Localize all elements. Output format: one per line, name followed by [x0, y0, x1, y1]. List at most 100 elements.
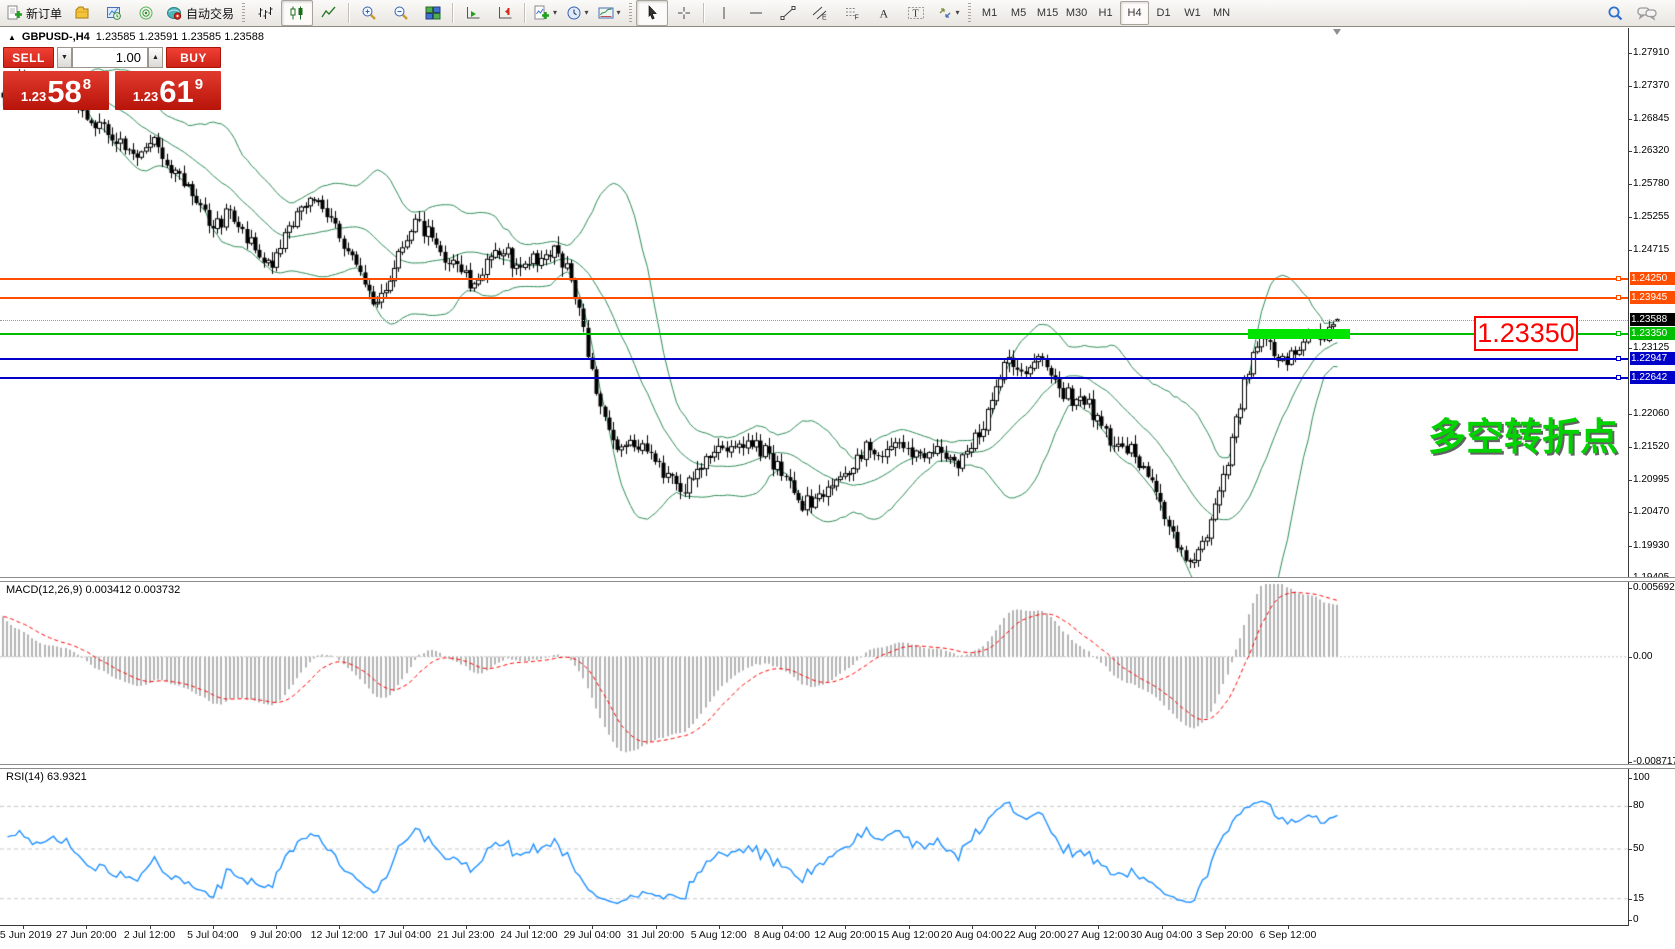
toolbar: 新订单 自动交易 [0, 0, 1675, 27]
trendline-icon [780, 5, 796, 21]
horizontal-level-line[interactable] [0, 358, 1628, 360]
axis-tick [1628, 53, 1632, 54]
macd-panel-divider[interactable] [0, 577, 1675, 582]
timeframe-button-m15[interactable]: M15 [1033, 1, 1062, 25]
crosshair-tool-button[interactable] [668, 0, 700, 26]
macd-axis-tick [1628, 657, 1632, 658]
tile-windows-button[interactable] [417, 0, 449, 26]
vertical-line-tool-button[interactable] [708, 0, 740, 26]
collapse-triangle-icon[interactable]: ▲ [8, 33, 16, 42]
axis-tick [1628, 86, 1632, 87]
horizontal-line-tool-button[interactable] [740, 0, 772, 26]
date-label: 27 Aug 12:00 [1067, 929, 1129, 941]
chat-button[interactable] [1631, 0, 1663, 26]
rsi-panel-divider[interactable] [0, 764, 1675, 769]
price-callout-box[interactable]: 1.23350 [1474, 316, 1578, 351]
rsi-panel-canvas[interactable] [0, 769, 1628, 925]
cursor-tool-button[interactable] [636, 0, 668, 26]
periods-button[interactable]: ▾ [561, 0, 593, 26]
sell-button[interactable]: SELL [3, 47, 54, 68]
date-tick [1288, 925, 1289, 929]
svg-text:T: T [913, 9, 919, 20]
fibonacci-tool-button[interactable]: F [836, 0, 868, 26]
bar-chart-icon [257, 5, 273, 21]
date-tick [656, 925, 657, 929]
candlestick-chart-type-button[interactable] [281, 0, 313, 26]
chart-shift-button[interactable] [489, 0, 521, 26]
macd-panel-canvas[interactable] [0, 582, 1628, 765]
tile-windows-icon [425, 5, 441, 21]
sell-price-small: 1.23 [21, 89, 46, 104]
search-button[interactable] [1599, 0, 1631, 26]
bar-chart-type-button[interactable] [249, 0, 281, 26]
timeframe-button-m1[interactable]: M1 [975, 1, 1004, 25]
horizontal-line-icon [748, 5, 764, 21]
date-label: 17 Jul 04:00 [374, 929, 431, 941]
indicators-button[interactable]: ▾ [529, 0, 561, 26]
volume-down-button[interactable]: ▼ [57, 47, 72, 68]
timeframe-button-m30[interactable]: M30 [1062, 1, 1091, 25]
date-label: 24 Jul 12:00 [500, 929, 557, 941]
text-label-tool-button[interactable]: T [900, 0, 932, 26]
timeframe-button-h4[interactable]: H4 [1120, 1, 1149, 25]
zoom-out-button[interactable] [385, 0, 417, 26]
horizontal-level-line[interactable] [0, 333, 1628, 335]
price-axis-line [1628, 28, 1629, 925]
equidistant-channel-tool-button[interactable]: E [804, 0, 836, 26]
text-tool-button[interactable]: A [868, 0, 900, 26]
current-price-line [0, 320, 1628, 321]
periods-icon [566, 5, 582, 21]
price-axis-tick-label: 1.25780 [1633, 178, 1669, 189]
dropdown-caret-icon: ▾ [956, 9, 960, 17]
profiles-button[interactable] [66, 0, 98, 26]
toolbar-separator [703, 3, 705, 23]
sell-price-pip: 8 [83, 76, 91, 93]
auto-trading-button[interactable]: 自动交易 [162, 0, 238, 26]
volume-input[interactable]: 1.00 [72, 47, 148, 68]
indicators-icon [533, 5, 550, 21]
timeframe-button-mn[interactable]: MN [1207, 1, 1236, 25]
timeframe-button-m5[interactable]: M5 [1004, 1, 1033, 25]
trendline-tool-button[interactable] [772, 0, 804, 26]
new-order-button[interactable]: 新订单 [2, 0, 66, 26]
line-chart-type-button[interactable] [313, 0, 345, 26]
buy-button[interactable]: BUY [166, 47, 221, 68]
timeframe-button-h1[interactable]: H1 [1091, 1, 1120, 25]
level-line-anchor [1616, 356, 1621, 361]
new-order-icon [6, 5, 23, 21]
ohlc-values: 1.23585 1.23591 1.23585 1.23588 [96, 31, 264, 43]
level-highlight-segment[interactable] [1248, 329, 1350, 339]
date-tick [403, 925, 404, 929]
horizontal-level-line[interactable] [0, 278, 1628, 280]
date-label: 29 Jul 04:00 [564, 929, 621, 941]
candlestick-icon [289, 5, 305, 21]
level-line-anchor [1616, 375, 1621, 380]
arrows-tool-button[interactable]: ▾ [932, 0, 964, 26]
volume-up-button[interactable]: ▲ [148, 47, 163, 68]
buy-quote-button[interactable]: 1.23 61 9 [115, 71, 221, 110]
horizontal-level-line[interactable] [0, 297, 1628, 299]
rsi-scale-label: 50 [1633, 843, 1644, 854]
timeframe-group: M1M5M15M30H1H4D1W1MN [975, 1, 1236, 25]
zoom-in-button[interactable] [353, 0, 385, 26]
sell-quote-button[interactable]: 1.23 58 8 [3, 71, 109, 110]
main-chart-canvas[interactable] [0, 28, 1628, 578]
charts-icon [106, 5, 122, 21]
signals-button[interactable] [130, 0, 162, 26]
charts-button[interactable] [98, 0, 130, 26]
price-axis-tick-label: 1.24715 [1633, 244, 1669, 255]
toolbar-separator [348, 3, 350, 23]
date-tick [972, 925, 973, 929]
timeframe-button-d1[interactable]: D1 [1149, 1, 1178, 25]
timeframe-button-w1[interactable]: W1 [1178, 1, 1207, 25]
chinese-annotation-text[interactable]: 多空转折点 [1428, 406, 1618, 461]
level-price-label: 1.23945 [1630, 291, 1675, 304]
toolbar-grip [629, 3, 632, 23]
svg-text:E: E [822, 15, 827, 22]
horizontal-level-line[interactable] [0, 377, 1628, 379]
auto-scroll-button[interactable] [457, 0, 489, 26]
templates-button[interactable]: ▾ [593, 0, 625, 26]
text-label-icon: T [907, 5, 925, 21]
price-axis-tick-label: 1.22060 [1633, 408, 1669, 419]
level-line-anchor [1616, 276, 1621, 281]
